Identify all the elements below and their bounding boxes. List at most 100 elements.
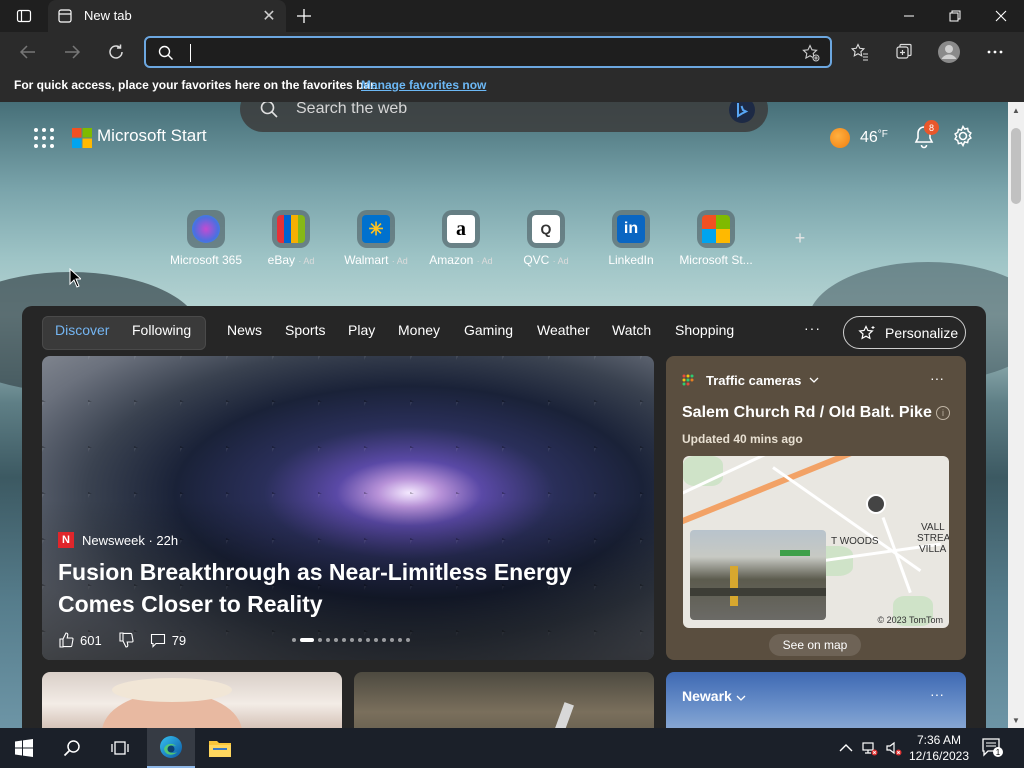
folder-icon bbox=[209, 741, 231, 757]
quick-link-ebay[interactable]: eBay · Ad bbox=[243, 210, 339, 267]
camera-snapshot[interactable] bbox=[690, 530, 826, 620]
web-search-box[interactable]: Search the web bbox=[240, 102, 768, 132]
thumbs-down-icon bbox=[119, 632, 134, 648]
like-button[interactable]: 601 bbox=[58, 632, 102, 648]
back-button[interactable] bbox=[14, 38, 42, 66]
quick-link-qvc[interactable]: Q QVC · Ad bbox=[498, 210, 594, 267]
like-count: 601 bbox=[80, 632, 102, 648]
traffic-cameras-card[interactable]: Traffic cameras ··· Salem Church Rd / Ol… bbox=[666, 356, 966, 660]
apps-launcher-icon[interactable] bbox=[32, 126, 56, 150]
dislike-button[interactable] bbox=[118, 632, 134, 648]
taskbar-edge-app[interactable] bbox=[147, 728, 195, 768]
taskbar-clock[interactable]: 7:36 AM 12/16/2023 bbox=[906, 732, 972, 764]
map-label: VALL bbox=[921, 522, 945, 533]
add-favorite-icon[interactable] bbox=[802, 44, 820, 62]
page-settings-gear-icon[interactable] bbox=[952, 125, 974, 147]
tab-gaming[interactable]: Gaming bbox=[464, 322, 513, 338]
new-tab-button[interactable] bbox=[292, 5, 316, 27]
favorites-icon[interactable] bbox=[846, 38, 874, 66]
scrollbar-thumb[interactable] bbox=[1011, 128, 1021, 204]
browser-tab[interactable]: New tab ✕ bbox=[48, 0, 286, 32]
tab-play[interactable]: Play bbox=[348, 322, 375, 338]
bing-chat-icon[interactable] bbox=[728, 102, 756, 124]
manage-favorites-link[interactable]: Manage favorites now bbox=[361, 78, 486, 92]
quick-link-amazon[interactable]: a Amazon · Ad bbox=[413, 210, 509, 267]
page-scrollbar[interactable]: ▲ ▼ bbox=[1008, 102, 1024, 728]
carousel-indicator[interactable] bbox=[292, 638, 414, 642]
add-site-button[interactable]: + bbox=[790, 228, 810, 249]
news-card-image[interactable] bbox=[354, 672, 654, 728]
brand-title[interactable]: Microsoft Start bbox=[97, 126, 207, 146]
news-feed: Discover Following News Sports Play Mone… bbox=[22, 306, 986, 728]
quick-link-microsoft-365[interactable]: Microsoft 365 bbox=[158, 210, 254, 267]
task-view-button[interactable] bbox=[96, 728, 144, 768]
map-label: VILLA bbox=[919, 544, 947, 555]
scroll-up-arrow[interactable]: ▲ bbox=[1012, 106, 1020, 115]
quick-link-label: eBay bbox=[267, 253, 295, 267]
card-more-button[interactable]: ··· bbox=[930, 686, 944, 702]
start-button[interactable] bbox=[0, 728, 48, 768]
tab-following[interactable]: Following bbox=[132, 322, 191, 338]
weather-widget[interactable]: 46°F bbox=[830, 126, 888, 150]
tab-news[interactable]: News bbox=[227, 322, 262, 338]
traffic-map[interactable]: T WOODS VALL STREA VILLA © 2023 TomTom bbox=[683, 456, 949, 628]
quick-link-walmart[interactable]: ✳ Walmart · Ad bbox=[328, 210, 424, 267]
temperature-unit: °F bbox=[877, 129, 888, 140]
collections-icon[interactable] bbox=[890, 38, 918, 66]
quick-link-label: QVC bbox=[523, 253, 550, 267]
close-window-button[interactable] bbox=[978, 0, 1024, 32]
info-icon[interactable]: i bbox=[936, 406, 950, 420]
comments-button[interactable]: 79 bbox=[150, 632, 186, 648]
scroll-down-arrow[interactable]: ▼ bbox=[1012, 716, 1020, 725]
favorites-bar: For quick access, place your favorites h… bbox=[0, 72, 1024, 102]
quick-link-microsoft-store[interactable]: Microsoft St... bbox=[668, 210, 764, 267]
camera-pin-icon[interactable] bbox=[866, 494, 886, 514]
task-view-icon bbox=[111, 741, 129, 755]
quick-link-linkedin[interactable]: in LinkedIn bbox=[583, 210, 679, 267]
minimize-button[interactable] bbox=[886, 0, 932, 32]
tab-actions-icon[interactable] bbox=[10, 6, 38, 26]
tab-shopping[interactable]: Shopping bbox=[675, 322, 734, 338]
taskbar-search-button[interactable] bbox=[48, 728, 96, 768]
refresh-button[interactable] bbox=[102, 38, 130, 66]
action-center-button[interactable]: 1 bbox=[982, 738, 1004, 758]
volume-muted-icon[interactable] bbox=[886, 740, 902, 756]
profile-avatar[interactable] bbox=[935, 38, 963, 66]
ad-label: · Ad bbox=[391, 256, 408, 266]
windows-taskbar: 7:36 AM 12/16/2023 1 bbox=[0, 728, 1024, 768]
weather-newark-card[interactable]: Newark ··· bbox=[666, 672, 966, 728]
tab-close-icon[interactable]: ✕ bbox=[260, 7, 278, 25]
search-icon bbox=[63, 740, 80, 757]
personalize-button[interactable]: Personalize bbox=[843, 316, 966, 349]
source-name: Newsweek · 22h bbox=[82, 532, 179, 548]
title-bar: New tab ✕ bbox=[0, 0, 1024, 32]
traffic-header[interactable]: Traffic cameras bbox=[682, 372, 819, 388]
tab-weather[interactable]: Weather bbox=[537, 322, 590, 338]
microsoft-365-icon bbox=[192, 215, 220, 243]
address-input[interactable] bbox=[184, 43, 784, 61]
more-tabs-button[interactable]: ··· bbox=[804, 320, 821, 336]
address-bar[interactable] bbox=[144, 36, 832, 68]
see-on-map-button[interactable]: See on map bbox=[769, 634, 861, 656]
browser-toolbar bbox=[0, 32, 1024, 72]
show-hidden-icons-chevron-icon[interactable] bbox=[838, 740, 854, 756]
tab-sports[interactable]: Sports bbox=[285, 322, 325, 338]
notification-center-icon: 1 bbox=[982, 738, 1003, 757]
settings-more-icon[interactable] bbox=[981, 38, 1009, 66]
network-disconnected-icon[interactable] bbox=[862, 740, 878, 756]
card-more-button[interactable]: ··· bbox=[930, 370, 944, 386]
forward-button[interactable] bbox=[58, 38, 86, 66]
article-headline[interactable]: Fusion Breakthrough as Near-Limitless En… bbox=[58, 556, 648, 620]
tab-watch[interactable]: Watch bbox=[612, 322, 651, 338]
weather-location[interactable]: Newark bbox=[682, 688, 746, 704]
map-label: T WOODS bbox=[831, 536, 879, 547]
tab-money[interactable]: Money bbox=[398, 322, 440, 338]
restore-button[interactable] bbox=[932, 0, 978, 32]
quick-link-label: Amazon bbox=[429, 253, 474, 267]
tab-discover[interactable]: Discover bbox=[55, 322, 109, 338]
hero-article-card[interactable]: N Newsweek · 22h Fusion Breakthrough as … bbox=[42, 356, 654, 660]
article-source[interactable]: N Newsweek · 22h bbox=[58, 532, 178, 548]
ad-label: · Ad bbox=[476, 256, 493, 266]
news-card-image[interactable] bbox=[42, 672, 342, 728]
taskbar-file-explorer-app[interactable] bbox=[196, 728, 244, 768]
